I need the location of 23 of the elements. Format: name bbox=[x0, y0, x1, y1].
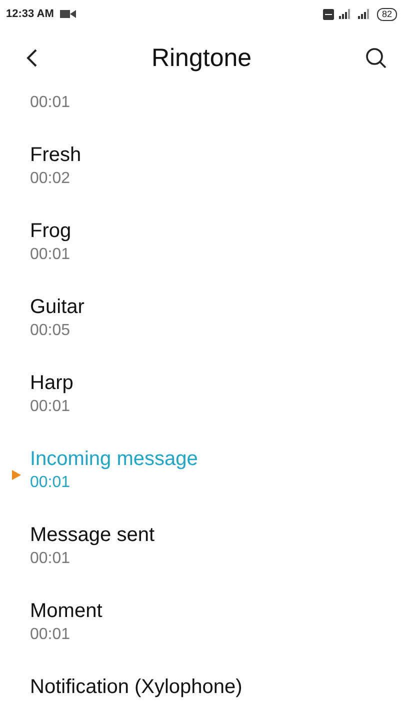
signal-icon bbox=[358, 9, 372, 19]
search-icon bbox=[364, 47, 387, 69]
signal-icon bbox=[338, 9, 353, 19]
ringtone-duration: 00:01 bbox=[30, 397, 72, 417]
ringtone-duration: 00:02 bbox=[30, 169, 72, 189]
ringtone-duration: 00:01 bbox=[30, 549, 72, 569]
ringtone-duration: 00:05 bbox=[30, 321, 72, 341]
ringtone-name[interactable]: Moment bbox=[30, 598, 405, 624]
ringtone-duration: 00:01 bbox=[30, 245, 72, 265]
chevron-left-icon bbox=[26, 48, 38, 68]
battery-level: 82 bbox=[376, 8, 397, 20]
ringtone-name[interactable]: Guitar bbox=[30, 294, 405, 320]
ringtone-name[interactable]: Harp bbox=[30, 370, 405, 396]
ringtone-name[interactable]: Message sent bbox=[30, 522, 405, 548]
page-title: Ringtone bbox=[151, 44, 252, 72]
video-camera-icon bbox=[60, 9, 76, 19]
ringtone-name[interactable]: Notification (Xylophone) bbox=[30, 674, 405, 700]
ringtone-duration: 00:01 bbox=[30, 93, 72, 113]
status-time: 12:33 AM bbox=[6, 8, 54, 20]
ringtone-name[interactable]: Fresh bbox=[30, 142, 405, 168]
ringtone-duration: 00:01 bbox=[30, 625, 72, 645]
ringtone-duration: 00:01 bbox=[30, 473, 72, 493]
ringtone-name[interactable]: Frog bbox=[30, 218, 405, 244]
